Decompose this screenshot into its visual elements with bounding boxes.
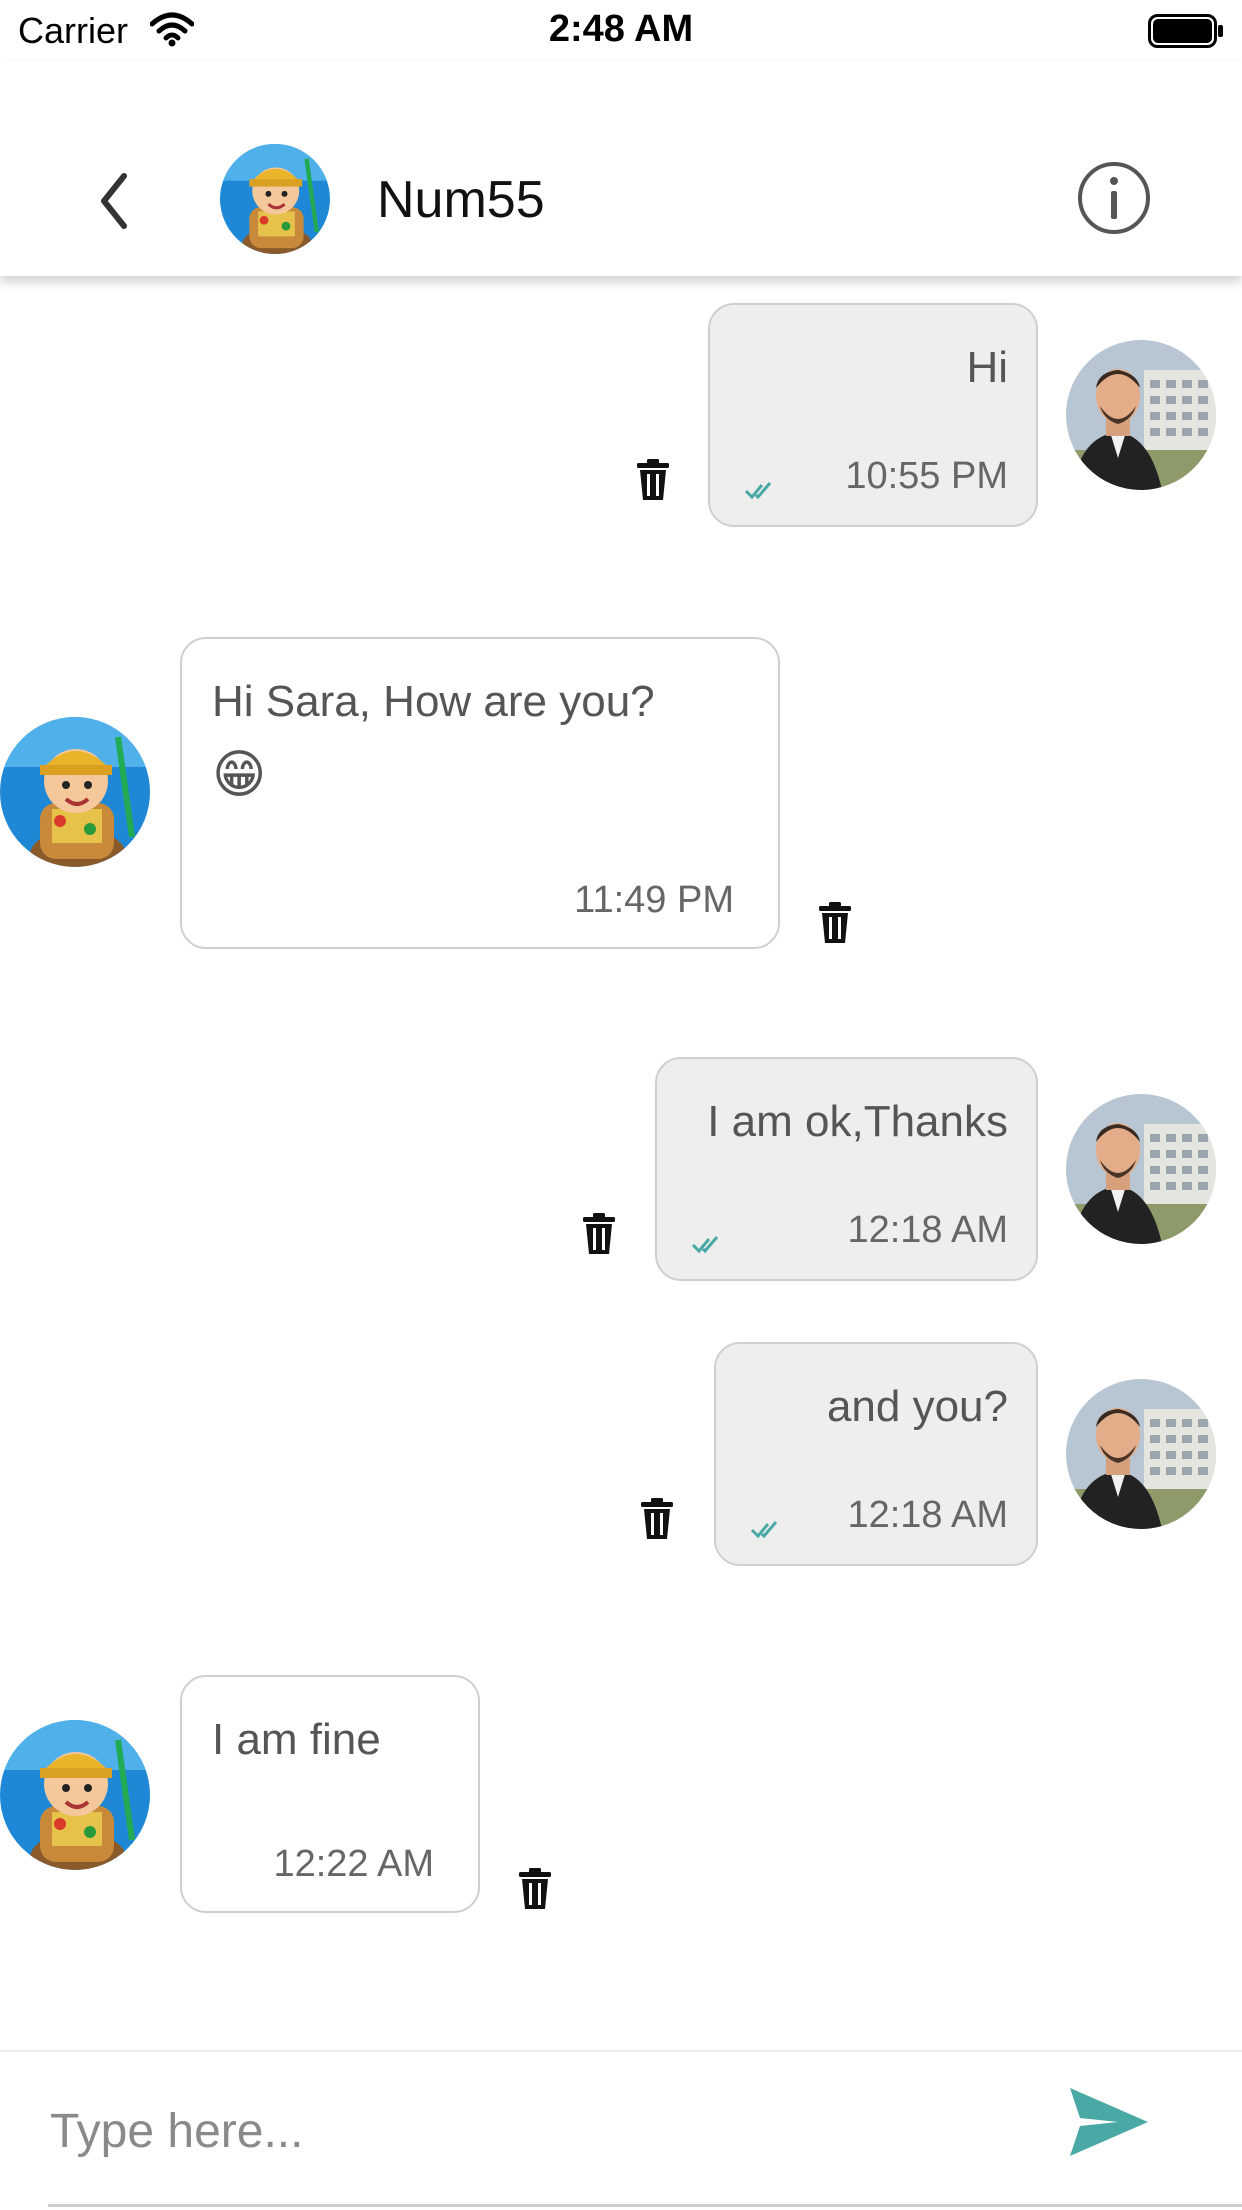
message-time: 12:18 AM: [847, 1209, 1008, 1251]
message-bubble-incoming[interactable]: I am fine 12:22 AM: [180, 1675, 480, 1913]
message-bubble-outgoing[interactable]: Hi 10:55 PM: [708, 303, 1038, 527]
message-time: 12:18 AM: [847, 1494, 1008, 1536]
message-bubble-outgoing[interactable]: and you? 12:18 AM: [714, 1342, 1038, 1566]
contact-message-avatar: [0, 1720, 150, 1870]
message-text: Hi Sara, How are you?: [212, 677, 655, 726]
message-text: Hi: [966, 343, 1008, 392]
message-time: 11:49 PM: [574, 879, 734, 921]
contact-name[interactable]: Num55: [377, 170, 545, 230]
trash-icon[interactable]: [640, 1498, 674, 1540]
chevron-left-icon[interactable]: [90, 166, 140, 236]
message-text: I am fine: [212, 1715, 381, 1764]
message-bubble-outgoing[interactable]: I am ok,Thanks 12:18 AM: [655, 1057, 1038, 1281]
trash-icon[interactable]: [818, 902, 852, 944]
contact-avatar[interactable]: [220, 144, 330, 254]
own-avatar: [1066, 1094, 1216, 1244]
chat-header: Num55: [0, 62, 1242, 276]
own-avatar: [1066, 340, 1216, 490]
own-avatar: [1066, 1379, 1216, 1529]
send-icon[interactable]: [1066, 2084, 1150, 2160]
message-time: 12:22 AM: [273, 1843, 434, 1885]
message-input[interactable]: [48, 2090, 1012, 2172]
trash-icon[interactable]: [518, 1868, 552, 1910]
battery-icon: [1148, 14, 1223, 48]
double-check-icon: [750, 1521, 778, 1539]
double-check-icon: [744, 482, 772, 500]
info-circle-icon[interactable]: [1076, 160, 1152, 236]
message-list[interactable]: Hi 10:55 PM Hi Sara, How are you? 😁 11:4…: [0, 276, 1242, 2050]
status-bar: Carrier 2:48 AM: [0, 0, 1242, 62]
message-time: 10:55 PM: [845, 455, 1008, 497]
trash-icon[interactable]: [636, 459, 670, 501]
message-bubble-incoming[interactable]: Hi Sara, How are you? 😁 11:49 PM: [180, 637, 780, 949]
input-underline: [48, 2204, 1242, 2207]
message-text: and you?: [826, 1382, 1008, 1431]
composer-bar: [0, 2050, 1242, 2210]
contact-message-avatar: [0, 717, 150, 867]
message-text: I am ok,Thanks: [707, 1097, 1008, 1146]
status-time: 2:48 AM: [548, 8, 694, 50]
double-check-icon: [691, 1236, 719, 1254]
trash-icon[interactable]: [582, 1213, 616, 1255]
message-emoji: 😁: [212, 745, 267, 805]
